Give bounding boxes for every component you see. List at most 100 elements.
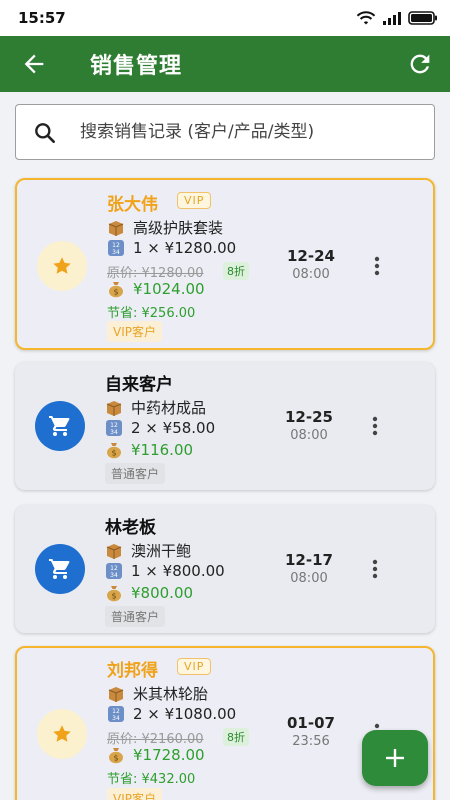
svg-text:12: 12: [112, 708, 120, 715]
quantity-price: 1 × ¥1280.00: [133, 239, 237, 257]
quantity-line: 12 34 2 × ¥1080.00: [107, 705, 236, 723]
total-amount: ¥800.00: [131, 584, 194, 602]
product-line: 高级护肤套装: [107, 217, 223, 238]
discount-badge: 8折: [223, 262, 249, 280]
customer-type-tag: 普通客户: [105, 463, 166, 484]
search-icon: [35, 123, 55, 143]
money-bag-icon: $: [107, 443, 121, 459]
total-line: $ ¥1728.00: [107, 746, 205, 764]
sales-record-card[interactable]: 张大伟 VIP 高级护肤套装 12 34 1 × ¥1280.00 原价: ¥12…: [15, 178, 435, 350]
total-amount: ¥1024.00: [133, 280, 205, 298]
svg-text:$: $: [111, 592, 116, 601]
wifi-icon: [356, 11, 376, 25]
sale-time: 08:00: [292, 267, 330, 282]
original-price: 原价: ¥1280.00: [107, 266, 204, 281]
customer-type-tag: VIP客户: [107, 788, 162, 800]
numbers-icon: 1234: [106, 563, 122, 579]
total-line: $ ¥116.00: [105, 441, 193, 459]
sale-date: 01-07: [287, 714, 335, 732]
svg-text:12: 12: [110, 565, 118, 572]
total-amount: ¥116.00: [131, 441, 194, 459]
svg-text:12: 12: [112, 242, 120, 249]
product-name: 米其林轮胎: [133, 685, 209, 703]
numbers-icon: 1234: [108, 706, 124, 722]
customer-avatar: [37, 241, 87, 291]
product-line: 中药材成品: [105, 397, 206, 418]
svg-text:34: 34: [112, 249, 120, 256]
customer-avatar: [35, 544, 85, 594]
package-icon: [108, 686, 124, 702]
status-bar: 15:57: [0, 0, 450, 36]
signal-icon: [383, 12, 401, 25]
add-record-button[interactable]: [362, 730, 428, 786]
more-options-icon[interactable]: [365, 414, 385, 438]
customer-type-tag: VIP客户: [107, 321, 162, 342]
quantity-line: 12 34 1 × ¥1280.00: [107, 239, 236, 257]
money-bag-icon: $: [109, 282, 123, 298]
battery-icon: [408, 11, 437, 25]
sale-date: 12-25: [285, 408, 333, 426]
sale-date: 12-17: [285, 551, 333, 569]
discount-badge: 8折: [223, 728, 249, 746]
status-icons: [356, 10, 438, 26]
vip-badge: VIP: [177, 658, 212, 675]
package-icon: [106, 400, 122, 416]
svg-text:34: 34: [110, 572, 118, 579]
status-time: 15:57: [18, 9, 66, 27]
star-icon: [53, 725, 71, 742]
product-line: 澳洲干鲍: [105, 540, 191, 561]
cart-icon: [49, 416, 70, 436]
total-line: $ ¥800.00: [105, 584, 193, 602]
sale-date: 12-24: [287, 247, 335, 265]
search-input[interactable]: [80, 117, 420, 147]
search-bar: [15, 104, 435, 160]
total-line: $ ¥1024.00: [107, 280, 205, 298]
customer-name: 张大伟: [107, 195, 158, 215]
cart-icon: [49, 559, 70, 579]
numbers-icon: 1234: [106, 420, 122, 436]
quantity-price: 2 × ¥1080.00: [133, 705, 237, 723]
svg-text:$: $: [111, 449, 116, 458]
savings-text: 节省: ¥432.00: [107, 772, 196, 787]
svg-text:$: $: [113, 288, 118, 297]
package-icon: [108, 220, 124, 236]
vip-badge: VIP: [177, 192, 212, 209]
plus-icon: [386, 749, 404, 767]
product-line: 米其林轮胎: [107, 683, 208, 704]
svg-text:34: 34: [110, 429, 118, 436]
customer-type-tag: 普通客户: [105, 606, 166, 627]
star-icon: [53, 257, 71, 274]
money-bag-icon: $: [109, 748, 123, 764]
sales-record-card[interactable]: 林老板 澳洲干鲍 12 34 1 × ¥800.00 $ ¥800.00 普通客户…: [15, 505, 435, 633]
product-name: 中药材成品: [131, 399, 207, 417]
savings-text: 节省: ¥256.00: [107, 306, 196, 321]
money-bag-icon: $: [107, 586, 121, 602]
customer-name: 自来客户: [105, 375, 173, 395]
numbers-icon: 1234: [108, 240, 124, 256]
quantity-line: 12 34 1 × ¥800.00: [105, 562, 225, 580]
back-arrow-icon[interactable]: [20, 50, 48, 78]
quantity-price: 1 × ¥800.00: [131, 562, 225, 580]
page-title: 销售管理: [90, 54, 183, 79]
svg-text:12: 12: [110, 422, 118, 429]
customer-name: 林老板: [105, 518, 156, 538]
total-amount: ¥1728.00: [133, 746, 205, 764]
customer-avatar: [37, 709, 87, 759]
quantity-line: 12 34 2 × ¥58.00: [105, 419, 215, 437]
sale-time: 08:00: [290, 571, 328, 586]
customer-name: 刘邦得: [107, 661, 158, 681]
product-name: 澳洲干鲍: [131, 542, 192, 560]
app-bar: 销售管理: [0, 36, 450, 92]
svg-text:34: 34: [112, 715, 120, 722]
customer-avatar: [35, 401, 85, 451]
quantity-price: 2 × ¥58.00: [131, 419, 216, 437]
more-options-icon[interactable]: [367, 254, 387, 278]
svg-text:$: $: [113, 754, 118, 763]
refresh-icon[interactable]: [406, 50, 434, 78]
product-name: 高级护肤套装: [133, 219, 224, 237]
more-options-icon[interactable]: [365, 557, 385, 581]
sales-record-card[interactable]: 自来客户 中药材成品 12 34 2 × ¥58.00 $ ¥116.00 普通客…: [15, 362, 435, 490]
original-price: 原价: ¥2160.00: [107, 732, 204, 747]
sale-time: 08:00: [290, 428, 328, 443]
package-icon: [106, 543, 122, 559]
